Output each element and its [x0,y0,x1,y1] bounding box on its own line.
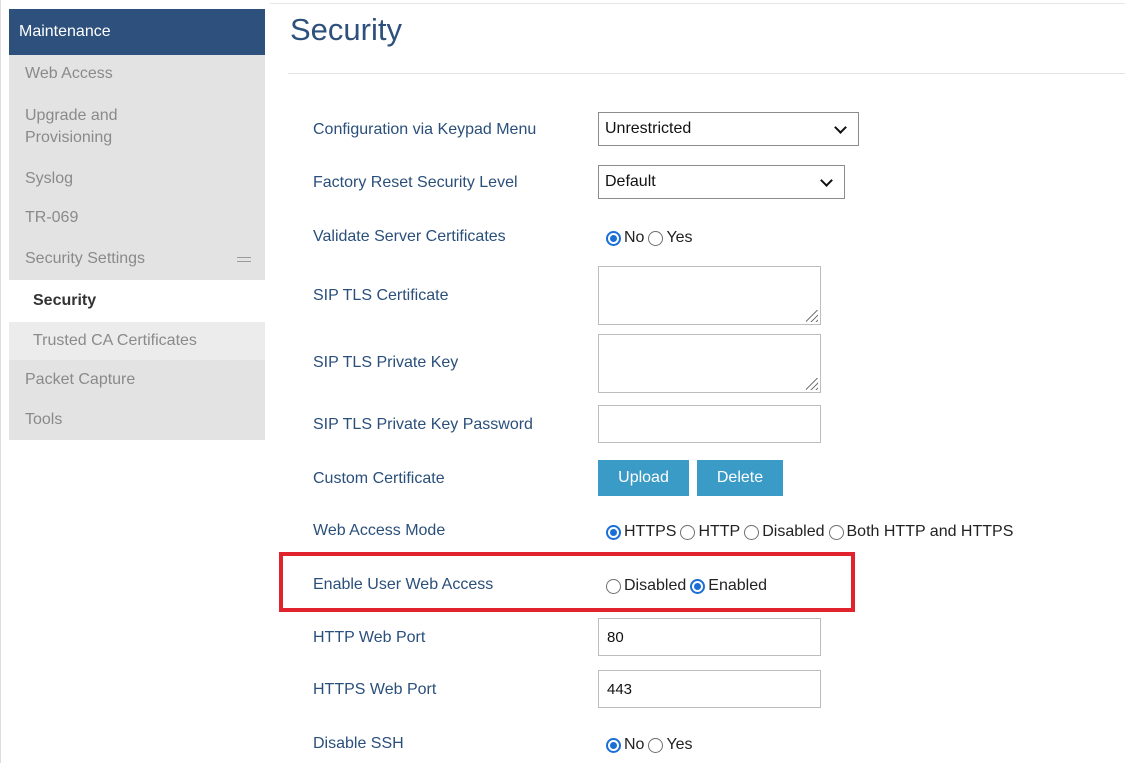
radio-label: No [624,736,645,753]
validate-certs-label: Validate Server Certificates [313,228,506,245]
disable-ssh-radio-group: No Yes [606,736,697,754]
disable-ssh-label: Disable SSH [313,735,404,752]
validate-certs-option-no[interactable]: No [606,229,644,247]
radio-label: Disabled [762,523,825,540]
sidebar-subitem-trusted-ca[interactable]: Trusted CA Certificates [9,322,265,360]
radio-label: Yes [666,736,693,753]
web-access-mode-option-both[interactable]: Both HTTP and HTTPS [828,523,1014,541]
factory-reset-label: Factory Reset Security Level [313,174,518,191]
factory-reset-value: Default [605,173,656,190]
sidebar-item-label: Upgrade and Provisioning [25,106,118,146]
http-port-label: HTTP Web Port [313,629,426,646]
web-access-mode-option-disabled[interactable]: Disabled [744,523,825,541]
sip-tls-key-password-label: SIP TLS Private Key Password [313,416,533,433]
radio-label: Both HTTP and HTTPS [846,523,1014,540]
radio-icon[interactable] [648,230,664,246]
chevron-down-icon [834,121,847,134]
sidebar-item-web-access[interactable]: Web Access [9,55,265,93]
top-border [270,3,1125,4]
chevron-down-icon [820,174,833,187]
sidebar-item-security-settings[interactable]: Security Settings [9,237,265,280]
sidebar-subitem-label: Trusted CA Certificates [33,332,197,349]
resize-grip-icon[interactable] [806,378,818,390]
web-access-mode-option-http[interactable]: HTTP [680,523,740,541]
sidebar-item-label: Web Access [25,65,113,82]
custom-cert-label: Custom Certificate [313,470,445,487]
sidebar-item-tools[interactable]: Tools [9,400,265,440]
sip-tls-cert-textarea[interactable] [598,266,821,325]
sidebar-item-label: Syslog [25,170,74,187]
sidebar-item-packet-capture[interactable]: Packet Capture [9,360,265,400]
keypad-menu-select[interactable]: Unrestricted [598,112,859,146]
title-divider [288,73,1125,74]
web-access-mode-option-https[interactable]: HTTPS [606,523,676,541]
factory-reset-select[interactable]: Default [598,165,845,199]
validate-certs-radio-group: No Yes [606,229,697,247]
radio-selected-icon[interactable] [606,737,621,753]
keypad-menu-value: Unrestricted [605,120,692,137]
resize-grip-icon[interactable] [806,310,818,322]
left-border [0,0,1,763]
https-port-input[interactable]: 443 [598,670,821,708]
web-access-mode-label: Web Access Mode [313,522,446,539]
highlight-box [279,552,855,612]
keypad-menu-label: Configuration via Keypad Menu [313,121,537,138]
sip-tls-cert-label: SIP TLS Certificate [313,287,449,304]
radio-selected-icon[interactable] [606,524,621,540]
https-port-label: HTTPS Web Port [313,681,437,698]
sip-tls-key-password-input[interactable] [598,405,821,443]
validate-certs-option-yes[interactable]: Yes [648,229,693,247]
radio-label: HTTPS [624,523,677,540]
radio-label: No [624,229,645,246]
upload-button[interactable]: Upload [598,460,689,496]
sidebar-subitem-security[interactable]: Security [9,280,265,322]
sidebar-header[interactable]: Maintenance [9,9,265,55]
sidebar-item-upgrade-provisioning[interactable]: Upgrade and Provisioning [9,93,169,160]
sidebar-item-label: Packet Capture [25,371,136,388]
radio-label: Yes [666,229,693,246]
radio-label: HTTP [698,523,741,540]
sidebar-list: Web Access Upgrade and Provisioning Sysl… [9,55,265,440]
radio-icon[interactable] [744,524,760,540]
sidebar: Maintenance Web Access Upgrade and Provi… [9,9,265,440]
delete-button[interactable]: Delete [697,460,783,496]
sip-tls-key-textarea[interactable] [598,334,821,393]
sidebar-item-label: TR-069 [25,208,79,226]
radio-icon[interactable] [828,524,844,540]
http-port-input[interactable]: 80 [598,618,821,656]
sidebar-item-syslog[interactable]: Syslog [9,160,265,198]
sidebar-item-label: Security Settings [25,249,146,267]
disable-ssh-option-yes[interactable]: Yes [648,736,693,754]
sidebar-item-label: Tools [25,411,63,428]
radio-selected-icon[interactable] [606,230,621,246]
radio-icon[interactable] [648,737,664,753]
sip-tls-key-label: SIP TLS Private Key [313,354,459,371]
radio-icon[interactable] [680,524,696,540]
collapse-icon[interactable] [237,256,251,262]
sidebar-subitem-label: Security [33,292,97,309]
sidebar-item-tr069[interactable]: TR-069 [9,198,265,237]
page-title: Security [290,12,402,47]
web-access-mode-radio-group: HTTPS HTTP Disabled Both HTTP and HTTPS [606,523,1017,541]
disable-ssh-option-no[interactable]: No [606,736,644,754]
